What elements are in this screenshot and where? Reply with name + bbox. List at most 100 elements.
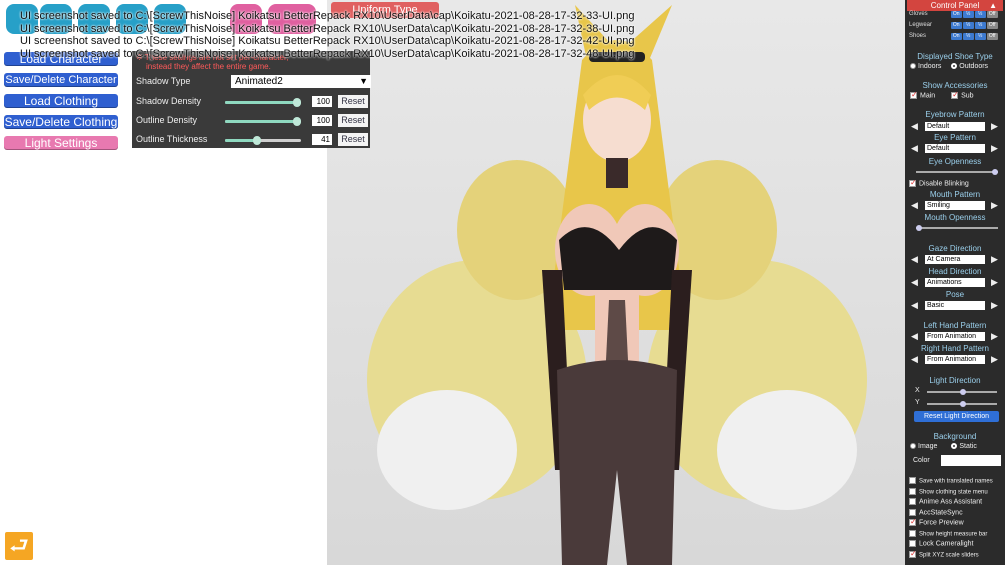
eye-pattern-select[interactable]: Default (925, 144, 985, 153)
option-row: Show height measure bar (909, 529, 988, 537)
pose-next-icon[interactable]: ▶ (991, 301, 998, 310)
option-label: Lock Cameralight (919, 540, 974, 548)
shadow-type-row: Shadow Type Animated2 ▼ (136, 75, 371, 89)
eye-openness-slider[interactable] (916, 169, 998, 175)
mouth-prev-icon[interactable]: ◀ (911, 201, 918, 210)
option-row: Anime Ass Assistant (909, 498, 982, 505)
character-model (367, 5, 867, 565)
save-delete-character-button[interactable]: Save/Delete Character (4, 73, 118, 87)
head-next-icon[interactable]: ▶ (991, 278, 998, 287)
outline-thickness-reset-button[interactable]: Reset (338, 133, 368, 146)
background-color-label: Color (913, 457, 930, 464)
eyebrow-pattern-select[interactable]: Default (925, 122, 985, 131)
gloves-on-button[interactable]: On (950, 11, 962, 18)
eyebrow-prev-icon[interactable]: ◀ (911, 122, 918, 131)
gloves-half2-button[interactable]: ½ (974, 11, 986, 18)
legwear-half2-button[interactable]: ½ (974, 22, 986, 29)
load-clothing-button[interactable]: Load Clothing (4, 94, 118, 108)
shoes-half1-button[interactable]: ½ (962, 33, 974, 40)
main-accessory-checkbox[interactable] (910, 90, 918, 99)
head-prev-icon[interactable]: ◀ (911, 278, 918, 287)
legwear-half1-button[interactable]: ½ (962, 22, 974, 29)
background-color-swatch[interactable] (941, 455, 1001, 466)
outline-thickness-value[interactable]: 41 (312, 134, 332, 145)
mouth-next-icon[interactable]: ▶ (991, 201, 998, 210)
shadow-type-dropdown[interactable]: Animated2 ▼ (231, 75, 371, 88)
disable-blinking-row: Disable Blinking (909, 178, 969, 187)
light-settings-button[interactable]: Light Settings (4, 136, 118, 150)
gloves-off-button[interactable]: Off (986, 11, 998, 18)
outline-thickness-slider[interactable] (225, 136, 301, 145)
option-row: Force Preview (909, 517, 964, 527)
accessory-toggles: Main Sub (910, 90, 974, 99)
legwear-on-button[interactable]: On (950, 22, 962, 29)
save-delete-clothing-button[interactable]: Save/Delete Clothing (4, 115, 118, 129)
static-radio[interactable] (951, 443, 958, 450)
pose-select[interactable]: Basic (925, 301, 985, 310)
right-hand-prev-icon[interactable]: ◀ (911, 355, 918, 364)
shadow-density-value[interactable]: 100 (312, 96, 332, 107)
option-checkbox[interactable] (909, 540, 916, 547)
shoes-off-button[interactable]: Off (986, 33, 998, 40)
outdoors-radio[interactable] (951, 63, 958, 70)
disable-blinking-checkbox[interactable] (909, 178, 917, 187)
eye-next-icon[interactable]: ▶ (991, 144, 998, 153)
outline-density-slider[interactable] (225, 117, 301, 126)
sub-accessory-checkbox[interactable] (951, 90, 959, 99)
character-viewport[interactable] (327, 0, 905, 565)
indoors-radio[interactable] (910, 63, 916, 70)
pose-heading: Pose (945, 290, 965, 299)
legwear-off-button[interactable]: Off (986, 22, 998, 29)
option-label: Show height measure bar (919, 530, 988, 537)
eye-prev-icon[interactable]: ◀ (911, 144, 918, 153)
mouth-openness-slider[interactable] (916, 225, 998, 231)
mouth-pattern-heading: Mouth Pattern (929, 190, 981, 199)
right-hand-next-icon[interactable]: ▶ (991, 355, 998, 364)
option-label: Anime Ass Assistant (919, 498, 983, 506)
eyebrow-next-icon[interactable]: ▶ (991, 122, 998, 131)
gloves-half1-button[interactable]: ½ (962, 11, 974, 18)
mouth-pattern-select[interactable]: Smiling (925, 201, 985, 210)
option-checkbox[interactable] (909, 529, 916, 537)
option-checkbox[interactable] (909, 487, 916, 495)
shoes-row: Shoes On ½ ½ Off (909, 33, 999, 40)
outline-density-value[interactable]: 100 (312, 115, 332, 126)
shadow-density-reset-button[interactable]: Reset (338, 95, 368, 108)
left-hand-select[interactable]: From Animation (925, 332, 985, 341)
outline-density-reset-button[interactable]: Reset (338, 114, 368, 127)
gaze-direction-select[interactable]: At Camera (925, 255, 985, 264)
gaze-next-icon[interactable]: ▶ (991, 255, 998, 264)
option-checkbox[interactable] (909, 498, 916, 505)
light-y-slider[interactable] (927, 401, 997, 407)
shadow-density-slider[interactable] (225, 98, 301, 107)
option-checkbox[interactable] (909, 517, 917, 526)
left-hand-next-icon[interactable]: ▶ (991, 332, 998, 341)
back-arrow-icon[interactable]: ⮐ (3, 530, 35, 562)
option-checkbox[interactable] (909, 477, 916, 484)
option-label: Save with translated names (919, 478, 993, 485)
gloves-row: Gloves On ½ ½ Off (909, 11, 999, 18)
reset-light-direction-button[interactable]: Reset Light Direction (914, 411, 999, 422)
outline-thickness-label: Outline Thickness (136, 134, 208, 144)
option-checkbox[interactable] (909, 549, 917, 558)
image-radio[interactable] (910, 443, 916, 450)
right-hand-heading: Right Hand Pattern (920, 344, 990, 353)
option-label: Force Preview (919, 519, 964, 527)
left-hand-prev-icon[interactable]: ◀ (911, 332, 918, 341)
option-row: Save with translated names (909, 477, 993, 484)
option-checkbox[interactable] (909, 508, 916, 516)
option-label: Show clothing state menu (919, 488, 988, 495)
right-hand-select[interactable]: From Animation (925, 355, 985, 364)
control-panel-title[interactable]: Control Panel ▲ (907, 0, 1003, 11)
shadow-density-row: Shadow Density 100 Reset (136, 95, 368, 109)
displayed-shoe-type-heading: Displayed Shoe Type (917, 52, 993, 61)
pose-prev-icon[interactable]: ◀ (911, 301, 918, 310)
light-x-slider[interactable] (927, 389, 997, 395)
screenshot-log: UI screenshot saved to C:\[ScrewThisNois… (20, 10, 634, 60)
gaze-prev-icon[interactable]: ◀ (911, 255, 918, 264)
shoes-half2-button[interactable]: ½ (974, 33, 986, 40)
head-direction-heading: Head Direction (928, 267, 982, 276)
shoes-on-button[interactable]: On (950, 33, 962, 40)
head-direction-select[interactable]: Animations (925, 278, 985, 287)
outline-density-label: Outline Density (136, 115, 198, 125)
